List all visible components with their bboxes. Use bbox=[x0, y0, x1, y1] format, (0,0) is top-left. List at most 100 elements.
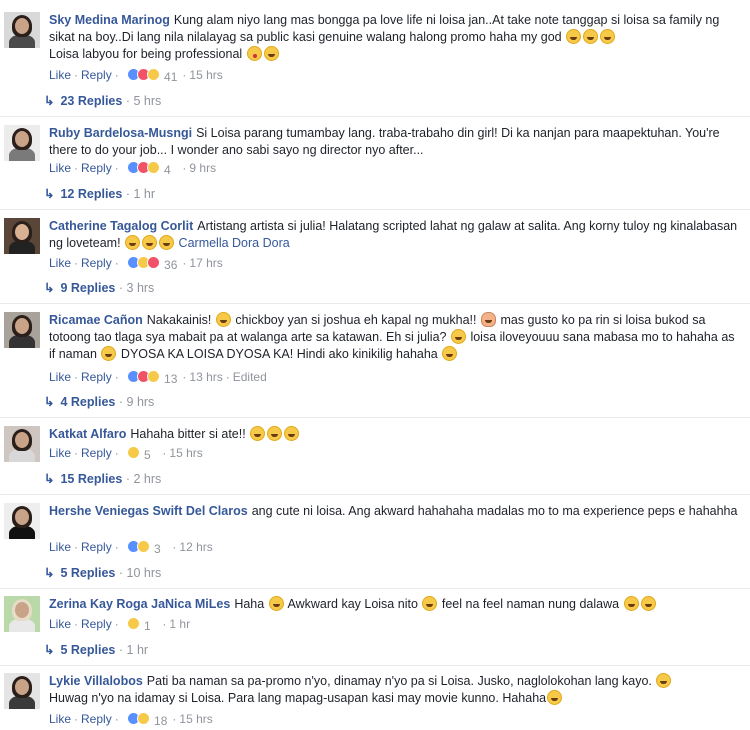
comment-author[interactable]: Hershe Veniegas Swift Del Claros bbox=[49, 504, 248, 518]
comment-text: Pati ba naman sa pa-promo n'yo, dinamay … bbox=[146, 674, 652, 688]
divider bbox=[0, 588, 750, 589]
comment-actions: Like · Reply · 18 · 15 hrs bbox=[49, 712, 213, 728]
reply-button[interactable]: Reply bbox=[81, 540, 112, 554]
reply-button[interactable]: Reply bbox=[81, 617, 112, 631]
view-replies-link[interactable]: ↳ 5 Replies · 1 hr bbox=[44, 642, 148, 658]
reply-button[interactable]: Reply bbox=[81, 161, 112, 175]
comment-text: chickboy yan si joshua eh kapal ng mukha… bbox=[235, 313, 477, 327]
replies-count[interactable]: 5 Replies bbox=[60, 566, 115, 580]
comment-author[interactable]: Catherine Tagalog Corlit bbox=[49, 219, 193, 233]
avatar[interactable] bbox=[4, 503, 40, 539]
timestamp[interactable]: 17 hrs bbox=[189, 256, 222, 270]
reactions-summary[interactable]: 5 bbox=[127, 446, 157, 462]
reaction-count: 4 bbox=[163, 162, 177, 177]
timestamp[interactable]: 13 hrs bbox=[189, 370, 222, 384]
edited-label[interactable]: Edited bbox=[233, 370, 267, 384]
divider bbox=[0, 116, 750, 117]
replies-count[interactable]: 12 Replies bbox=[60, 187, 122, 201]
timestamp[interactable]: 15 hrs bbox=[169, 446, 202, 460]
comment-body: Ricamae Cañon Nakakainis! chickboy yan si… bbox=[49, 312, 739, 363]
like-button[interactable]: Like bbox=[49, 540, 71, 554]
timestamp[interactable]: 15 hrs bbox=[179, 712, 212, 726]
replies-time: 9 hrs bbox=[126, 395, 155, 409]
timestamp[interactable]: 15 hrs bbox=[189, 68, 222, 82]
laughing-emoji-icon bbox=[547, 690, 563, 705]
laughing-emoji-icon bbox=[422, 596, 438, 611]
like-button[interactable]: Like bbox=[49, 161, 71, 175]
reactions-summary[interactable]: 36 bbox=[127, 256, 177, 272]
reply-button[interactable]: Reply bbox=[81, 68, 112, 82]
reply-button[interactable]: Reply bbox=[81, 446, 112, 460]
avatar[interactable] bbox=[4, 12, 40, 48]
comment-text: Hahaha bitter si ate!! bbox=[130, 427, 246, 441]
reactions-summary[interactable]: 4 bbox=[127, 161, 177, 177]
haha-reaction-icon bbox=[137, 540, 151, 553]
rolling-eyes-emoji-icon bbox=[125, 235, 141, 250]
reply-button[interactable]: Reply bbox=[81, 370, 112, 384]
view-replies-link[interactable]: ↳ 4 Replies · 9 hrs bbox=[44, 394, 154, 410]
reactions-summary[interactable]: 1 bbox=[127, 617, 157, 633]
mention-link[interactable]: Carmella Dora Dora bbox=[179, 236, 290, 250]
reply-button[interactable]: Reply bbox=[81, 712, 112, 726]
reactions-summary[interactable]: 13 bbox=[127, 370, 177, 386]
laughing-emoji-icon bbox=[284, 426, 300, 441]
comment-author[interactable]: Ricamae Cañon bbox=[49, 313, 143, 327]
avatar[interactable] bbox=[4, 673, 40, 709]
comment-author[interactable]: Ruby Bardelosa-Musngi bbox=[49, 126, 192, 140]
avatar[interactable] bbox=[4, 312, 40, 348]
like-button[interactable]: Like bbox=[49, 446, 71, 460]
replies-count[interactable]: 5 Replies bbox=[60, 643, 115, 657]
comment-text: Nakakainis! bbox=[146, 313, 212, 327]
reply-button[interactable]: Reply bbox=[81, 256, 112, 270]
reply-arrow-icon: ↳ bbox=[44, 472, 55, 486]
reactions-summary[interactable]: 18 bbox=[127, 712, 167, 728]
comment-author[interactable]: Lykie Villalobos bbox=[49, 674, 143, 688]
haha-reaction-icon bbox=[147, 370, 161, 383]
divider bbox=[0, 494, 750, 495]
replies-count[interactable]: 9 Replies bbox=[60, 281, 115, 295]
like-button[interactable]: Like bbox=[49, 256, 71, 270]
timestamp[interactable]: 9 hrs bbox=[189, 161, 216, 175]
comment-body: Katkat Alfaro Hahaha bitter si ate!! bbox=[49, 426, 739, 443]
like-button[interactable]: Like bbox=[49, 370, 71, 384]
rolling-eyes-emoji-icon bbox=[142, 235, 158, 250]
woman-emoji-icon bbox=[480, 312, 496, 327]
reactions-summary[interactable]: 41 bbox=[127, 68, 177, 84]
timestamp[interactable]: 1 hr bbox=[169, 617, 190, 631]
comment-author[interactable]: Zerina Kay Roga JaNica MiLes bbox=[49, 597, 230, 611]
like-button[interactable]: Like bbox=[49, 68, 71, 82]
replies-count[interactable]: 15 Replies bbox=[60, 472, 122, 486]
view-replies-link[interactable]: ↳ 9 Replies · 3 hrs bbox=[44, 280, 154, 296]
reply-arrow-icon: ↳ bbox=[44, 566, 55, 580]
avatar[interactable] bbox=[4, 596, 40, 632]
view-replies-link[interactable]: ↳ 23 Replies · 5 hrs bbox=[44, 93, 161, 109]
comment-text: DYOSA KA LOISA DYOSA KA! Hindi ako kinik… bbox=[120, 347, 438, 361]
avatar[interactable] bbox=[4, 125, 40, 161]
comment-actions: Like · Reply · 1 · 1 hr bbox=[49, 617, 191, 633]
comment-text: Awkward kay Loisa nito bbox=[287, 597, 418, 611]
reactions-summary[interactable]: 3 bbox=[127, 540, 167, 556]
like-button[interactable]: Like bbox=[49, 712, 71, 726]
view-replies-link[interactable]: ↳ 15 Replies · 2 hrs bbox=[44, 471, 161, 487]
view-replies-link[interactable]: ↳ 5 Replies · 10 hrs bbox=[44, 565, 161, 581]
comment-body: Zerina Kay Roga JaNica MiLes Haha Awkward… bbox=[49, 596, 739, 613]
view-replies-link[interactable]: ↳ 12 Replies · 1 hr bbox=[44, 186, 155, 202]
comment-author[interactable]: Sky Medina Marinog bbox=[49, 13, 170, 27]
replies-count[interactable]: 4 Replies bbox=[60, 395, 115, 409]
comment-actions: Like · Reply · 41 · 15 hrs bbox=[49, 68, 223, 84]
haha-reaction-icon bbox=[147, 161, 161, 174]
comment-body: Lykie Villalobos Pati ba naman sa pa-prom… bbox=[49, 673, 739, 707]
comment-author[interactable]: Katkat Alfaro bbox=[49, 427, 126, 441]
reply-arrow-icon: ↳ bbox=[44, 395, 55, 409]
comment-body: Ruby Bardelosa-Musngi Si Loisa parang tum… bbox=[49, 125, 739, 159]
haha-reaction-icon bbox=[137, 712, 151, 725]
reaction-count: 3 bbox=[153, 541, 167, 556]
laughing-emoji-icon bbox=[600, 29, 616, 44]
laughing-emoji-icon bbox=[450, 329, 466, 344]
avatar[interactable] bbox=[4, 218, 40, 254]
replies-count[interactable]: 23 Replies bbox=[60, 94, 122, 108]
timestamp[interactable]: 12 hrs bbox=[179, 540, 212, 554]
like-button[interactable]: Like bbox=[49, 617, 71, 631]
avatar[interactable] bbox=[4, 426, 40, 462]
replies-time: 10 hrs bbox=[126, 566, 162, 580]
